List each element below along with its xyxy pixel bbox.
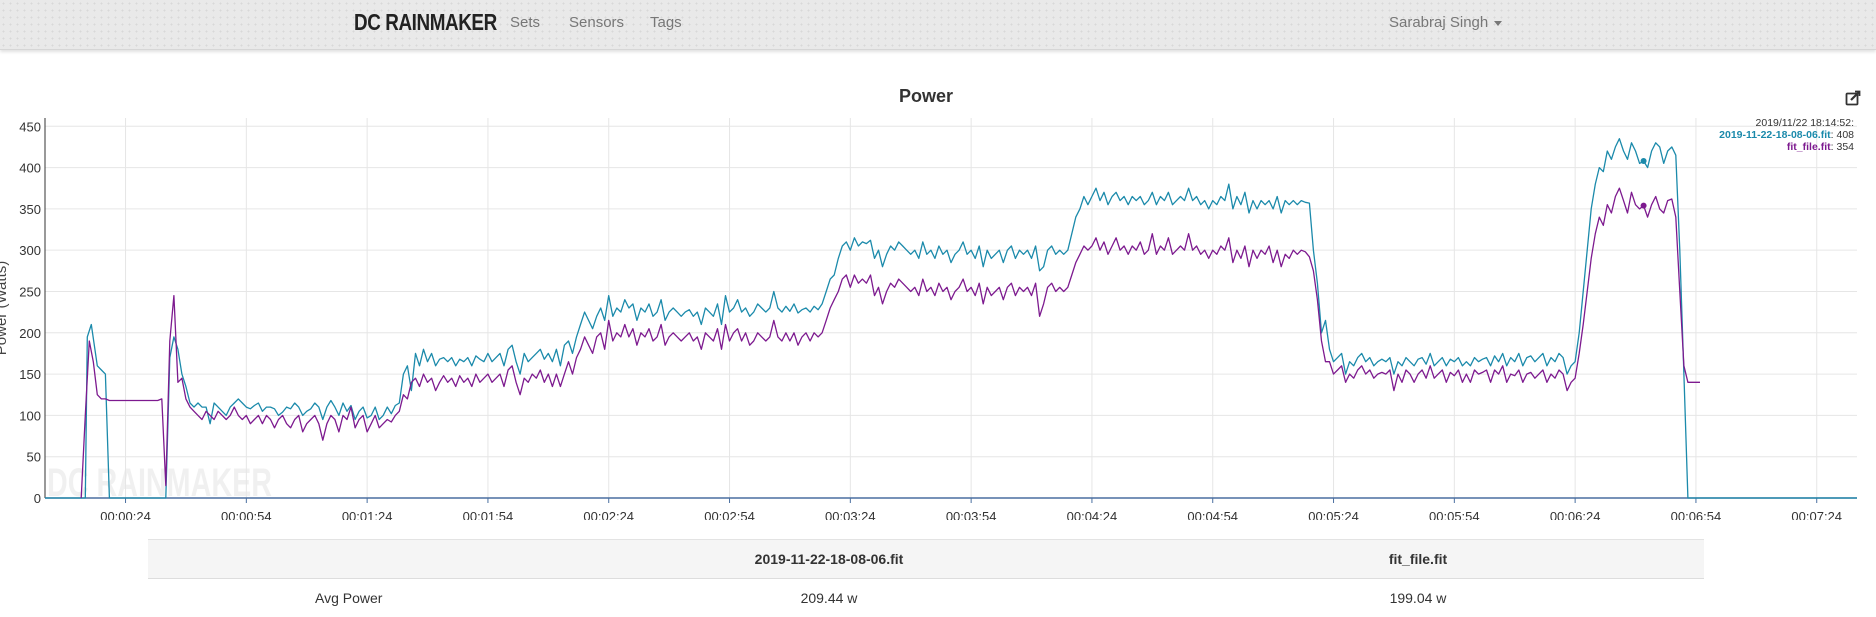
user-name: Sarabraj Singh [1389,14,1488,31]
y-tick-label: 250 [19,284,41,299]
stats-row-label: Avg Power [148,579,526,617]
series-line-2[interactable] [81,188,1700,498]
table-row: Avg Power 209.44 w 199.04 w [148,579,1704,617]
series-line-1[interactable] [45,139,1857,498]
stats-header-series1: 2019-11-22-18-08-06.fit [526,540,1132,579]
user-menu[interactable]: Sarabraj Singh [1389,14,1502,31]
edit-export-icon[interactable] [1845,90,1861,106]
stats-header-series2: fit_file.fit [1132,540,1704,579]
y-tick-label: 150 [19,367,41,382]
x-tick-label: 00:04:24 [1067,509,1118,520]
x-tick-label: 00:06:54 [1671,509,1722,520]
x-tick-label: 00:05:54 [1429,509,1480,520]
x-tick-label: 00:07:24 [1791,509,1842,520]
power-chart[interactable]: DC RAINMAKER0501001502002503003504004500… [0,110,1876,520]
nav-sensors-link[interactable]: Sensors [569,14,624,31]
x-tick-label: 00:02:54 [704,509,755,520]
tooltip-row-series2: fit_file.fit: 354 [1719,141,1854,153]
stats-row-value-series1: 209.44 w [526,579,1132,617]
tooltip-series1-value: : 408 [1831,129,1854,141]
tooltip-timestamp: 2019/11/22 18:14:52: [1719,117,1854,129]
stats-header-empty [148,540,526,579]
top-navbar: DC RAINMAKER Sets Sensors Tags Sarabraj … [0,0,1876,50]
stats-table: 2019-11-22-18-08-06.fit fit_file.fit Avg… [148,539,1704,617]
x-tick-label: 00:01:24 [342,509,393,520]
x-tick-label: 00:00:54 [221,509,272,520]
x-tick-label: 00:03:54 [946,509,997,520]
hover-point-series-1 [1641,158,1647,164]
x-tick-label: 00:03:24 [825,509,876,520]
nav-tags-link[interactable]: Tags [650,14,682,31]
stats-row-value-series2: 199.04 w [1132,579,1704,617]
y-tick-label: 200 [19,326,41,341]
y-tick-label: 0 [34,491,41,506]
tooltip-series2-name: fit_file.fit [1787,141,1831,153]
y-tick-label: 50 [27,450,41,465]
hover-tooltip: 2019/11/22 18:14:52: 2019-11-22-18-08-06… [1719,117,1854,153]
tooltip-row-series1: 2019-11-22-18-08-06.fit: 408 [1719,129,1854,141]
y-tick-label: 450 [19,119,41,134]
caret-down-icon [1494,21,1502,26]
stats-header-row: 2019-11-22-18-08-06.fit fit_file.fit [148,540,1704,579]
tooltip-series2-value: : 354 [1831,141,1854,153]
x-tick-label: 00:01:54 [463,509,514,520]
nav-sets-link[interactable]: Sets [510,14,540,31]
y-tick-label: 100 [19,408,41,423]
x-tick-label: 00:02:24 [583,509,634,520]
hover-point-series-2 [1641,203,1647,209]
x-tick-label: 00:05:24 [1308,509,1359,520]
x-tick-label: 00:06:24 [1550,509,1601,520]
chart-title: Power [0,86,1852,107]
y-tick-label: 350 [19,202,41,217]
y-tick-label: 400 [19,161,41,176]
y-axis-label: Power (Watts) [0,261,10,355]
x-tick-label: 00:00:24 [100,509,151,520]
tooltip-series1-name: 2019-11-22-18-08-06.fit [1719,129,1831,141]
x-tick-label: 00:04:54 [1187,509,1238,520]
site-logo[interactable]: DC RAINMAKER [354,9,497,36]
y-tick-label: 300 [19,243,41,258]
